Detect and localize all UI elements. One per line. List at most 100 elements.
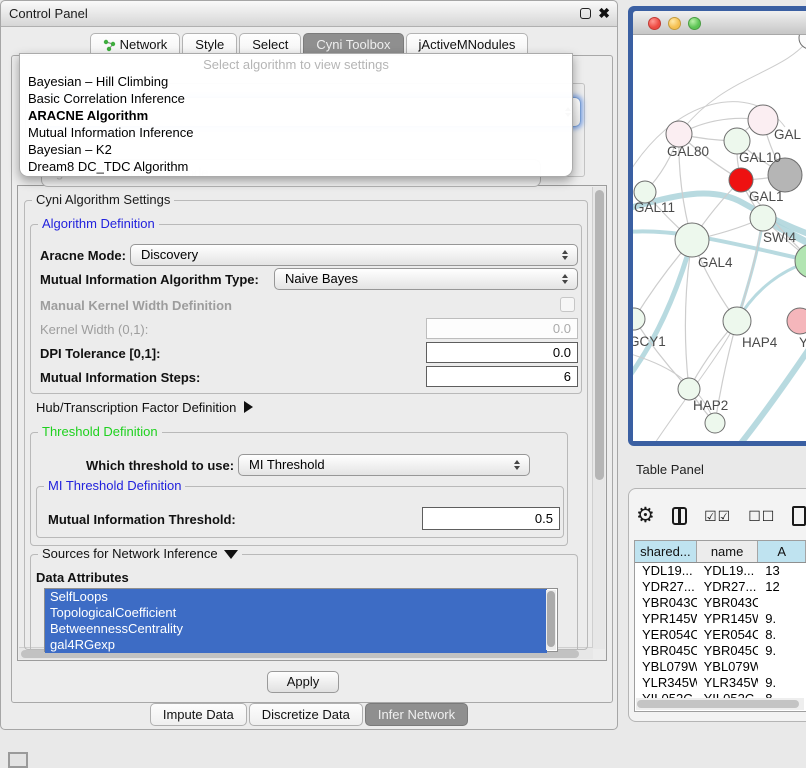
- mi-threshold-group-title: MI Threshold Definition: [44, 479, 185, 493]
- settings-gear-icon[interactable]: ⚙: [636, 498, 655, 534]
- dpi-tolerance-label: DPI Tolerance [0,1]:: [40, 346, 160, 361]
- expanded-arrow-icon: [224, 550, 238, 559]
- table-row[interactable]: YPR145WYPR145W9.: [635, 611, 806, 627]
- node-label-pink-right: Y: [799, 335, 806, 350]
- kernel-width-input[interactable]: [426, 318, 578, 339]
- network-node-bottom-partial[interactable]: [705, 413, 725, 433]
- algorithm-option-dream8-dc-tdc-algorithm[interactable]: Dream8 DC_TDC Algorithm: [20, 158, 572, 175]
- apply-button[interactable]: Apply: [267, 671, 339, 693]
- bottom-tab-impute-data[interactable]: Impute Data: [150, 703, 247, 726]
- bottom-tab-infer-network[interactable]: Infer Network: [365, 703, 468, 726]
- float-panel-icon[interactable]: [580, 8, 591, 19]
- deselect-all-checkboxes-icon[interactable]: ☐☐: [748, 508, 775, 525]
- network-node-gcy1[interactable]: [633, 308, 645, 330]
- mi-steps-label: Mutual Information Steps:: [40, 370, 200, 385]
- aracne-mode-combo[interactable]: Discovery: [130, 244, 578, 266]
- table-cell: YER054C: [697, 627, 759, 643]
- node-attribute-table[interactable]: shared...nameA YDL19...YDL19...13YDR27..…: [634, 540, 806, 712]
- algorithm-option-bayesian-k2[interactable]: Bayesian – K2: [20, 141, 572, 158]
- table-cell: YBR043C: [697, 595, 759, 611]
- network-node-pink-right[interactable]: [787, 308, 806, 334]
- table-rows: YDL19...YDL19...13YDR27...YDR27...12YBR0…: [635, 563, 806, 707]
- table-row[interactable]: YBR043CYBR043C: [635, 595, 806, 611]
- node-label-gal-top: GAL: [774, 127, 802, 142]
- control-panel-title: Control Panel: [9, 1, 88, 27]
- algorithm-option-aracne-algorithm[interactable]: ARACNE Algorithm: [20, 107, 572, 124]
- document-icon[interactable]: [792, 506, 806, 526]
- close-panel-icon[interactable]: ✖: [598, 5, 610, 22]
- table-cell: 9.: [758, 611, 806, 627]
- control-panel-window: Control Panel ✖ NetworkStyleSelectCyni T…: [0, 0, 618, 730]
- attribute-item-selfloops[interactable]: SelfLoops: [45, 589, 547, 605]
- data-attributes-list[interactable]: SelfLoopsTopologicalCoefficientBetweenne…: [44, 588, 558, 652]
- network-graph: GALGAL80GAL10GAL1GAL11SWI4GAL4GCY1HAP4YH…: [633, 35, 806, 441]
- table-cell: YER054C: [635, 627, 697, 643]
- table-cell: YBR043C: [635, 595, 697, 611]
- table-panel-toolbar: ⚙ ☑☑ ☐☐: [636, 498, 806, 534]
- sources-title-toggle[interactable]: Sources for Network Inference: [38, 547, 242, 561]
- table-row[interactable]: YER054CYER054C8.: [635, 627, 806, 643]
- table-cell: 12: [758, 579, 806, 595]
- attribute-list-scrollbar-thumb[interactable]: [547, 591, 555, 647]
- bottom-tab-discretize-data[interactable]: Discretize Data: [249, 703, 363, 726]
- data-attributes-label: Data Attributes: [36, 570, 129, 585]
- table-cell: YPR145W: [697, 611, 759, 627]
- table-horizontal-scrollbar[interactable]: [636, 698, 804, 710]
- column-header-shared-[interactable]: shared...: [635, 541, 697, 562]
- table-cell: YDR27...: [635, 579, 697, 595]
- vertical-scrollbar[interactable]: [592, 187, 605, 649]
- zoom-traffic-light-icon[interactable]: [688, 17, 701, 30]
- minimize-traffic-light-icon[interactable]: [668, 17, 681, 30]
- vertical-scrollbar-thumb[interactable]: [595, 190, 604, 480]
- table-row[interactable]: YBR045CYBR045C9.: [635, 643, 806, 659]
- algorithm-option-basic-correlation-inference[interactable]: Basic Correlation Inference: [20, 90, 572, 107]
- sources-title: Sources for Network Inference: [42, 546, 218, 561]
- network-node-gal4[interactable]: [675, 223, 709, 257]
- table-cell: YBL079W: [697, 659, 759, 675]
- table-cell: YDL19...: [697, 563, 759, 579]
- network-window-titlebar: [633, 11, 806, 35]
- select-all-checkboxes-icon[interactable]: ☑☑: [704, 508, 731, 525]
- network-canvas[interactable]: GALGAL80GAL10GAL1GAL11SWI4GAL4GCY1HAP4YH…: [633, 35, 806, 441]
- network-icon: [103, 39, 116, 52]
- table-row[interactable]: YLR345WYLR345W9.: [635, 675, 806, 691]
- algorithm-option-bayesian-hill-climbing[interactable]: Bayesian – Hill Climbing: [20, 73, 572, 90]
- network-node-swi4[interactable]: [750, 205, 776, 231]
- combo-spinner-icon: [514, 460, 521, 470]
- network-node-hap2[interactable]: [678, 378, 700, 400]
- table-row[interactable]: YBL079WYBL079W: [635, 659, 806, 675]
- hub-section-toggle[interactable]: Hub/Transcription Factor Definition: [36, 400, 253, 415]
- columns-icon[interactable]: [672, 507, 687, 525]
- threshold-definition-title: Threshold Definition: [38, 425, 162, 439]
- attribute-item-betweennesscentrality[interactable]: BetweennessCentrality: [45, 621, 547, 637]
- cyni-algorithm-settings-title: Cyni Algorithm Settings: [32, 193, 174, 207]
- mi-steps-input[interactable]: [426, 366, 578, 387]
- dpi-tolerance-input[interactable]: [426, 342, 578, 363]
- node-label-swi4: SWI4: [763, 230, 796, 245]
- manual-kernel-checkbox[interactable]: [560, 297, 575, 312]
- node-label-gcy1: GCY1: [633, 334, 666, 349]
- table-cell: YDR27...: [697, 579, 759, 595]
- table-row[interactable]: YDR27...YDR27...12: [635, 579, 806, 595]
- column-header-a[interactable]: A: [758, 541, 806, 562]
- attribute-items: SelfLoopsTopologicalCoefficientBetweenne…: [45, 589, 557, 653]
- which-threshold-combo[interactable]: MI Threshold: [238, 454, 530, 476]
- mi-threshold-input[interactable]: [422, 507, 560, 530]
- mi-type-combo[interactable]: Naive Bayes: [274, 268, 578, 290]
- close-traffic-light-icon[interactable]: [648, 17, 661, 30]
- network-edge: [679, 38, 806, 134]
- attribute-item-gal4rgexp[interactable]: gal4RGexp: [45, 637, 547, 653]
- which-threshold-value: MI Threshold: [249, 457, 325, 472]
- algorithm-option-mutual-information-inference[interactable]: Mutual Information Inference: [20, 124, 572, 141]
- node-label-gal11: GAL11: [634, 200, 675, 215]
- network-node-hap4[interactable]: [723, 307, 751, 335]
- combo-spinner-icon: [562, 250, 569, 260]
- table-cell: YLR345W: [635, 675, 697, 691]
- column-header-name[interactable]: name: [697, 541, 759, 562]
- attribute-list-scrollbar[interactable]: [546, 590, 556, 650]
- table-horizontal-scrollbar-thumb[interactable]: [637, 700, 799, 708]
- attribute-item-topologicalcoefficient[interactable]: TopologicalCoefficient: [45, 605, 547, 621]
- table-row[interactable]: YDL19...YDL19...13: [635, 563, 806, 579]
- table-cell: YLR345W: [697, 675, 759, 691]
- algorithm-dropdown-popup: Select algorithm to view settings Bayesi…: [19, 53, 573, 177]
